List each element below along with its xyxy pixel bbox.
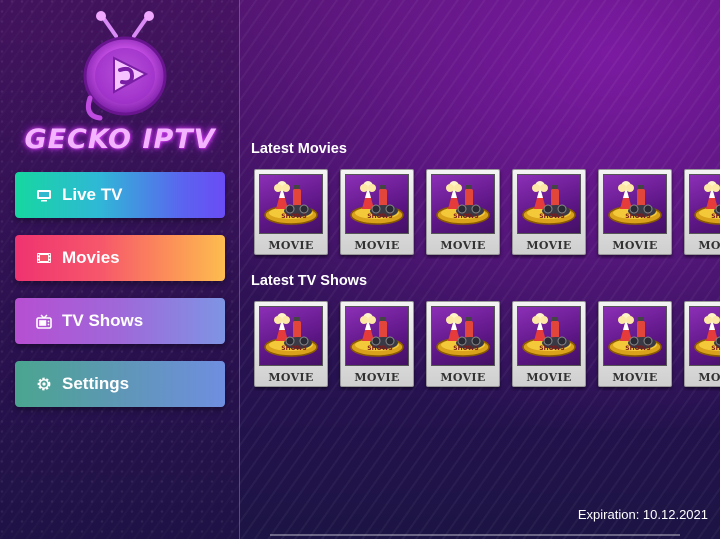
sidebar-item-label: Live TV — [62, 185, 123, 204]
card-caption: MOVIE — [440, 239, 486, 252]
tv-show-card[interactable]: SHOWS MOVIE — [598, 301, 672, 387]
card-caption: MOVIE — [698, 371, 720, 384]
svg-text:SHOWS: SHOWS — [281, 213, 306, 220]
poster-image: SHOWS — [259, 174, 323, 234]
latest-tv-shows-title: Latest TV Shows — [251, 273, 368, 289]
movie-card[interactable]: SHOWS MOVIE — [684, 169, 720, 255]
latest-movies-row: SHOWS MOVIE SHOWS MOVIE SHOWS MOVIE SHOWS MOVIE… — [254, 169, 720, 259]
latest-movies-title: Latest Movies — [251, 141, 347, 157]
svg-text:SHOWS: SHOWS — [711, 213, 720, 220]
tv-show-card[interactable]: SHOWS MOVIE — [254, 301, 328, 387]
card-caption: MOVIE — [354, 239, 400, 252]
tv-show-card[interactable]: SHOWS MOVIE — [684, 301, 720, 387]
svg-text:SHOWS: SHOWS — [453, 213, 478, 220]
svg-text:SHOWS: SHOWS — [539, 345, 564, 352]
poster-image: SHOWS — [517, 174, 581, 234]
poster-image: SHOWS — [603, 174, 667, 234]
card-caption: MOVIE — [268, 371, 314, 384]
expiration-date: Expiration: 10.12.2021 — [577, 507, 708, 522]
svg-text:SHOWS: SHOWS — [281, 345, 306, 352]
sidebar: GECKO IPTV Live TV Movies TV Shows Setti… — [0, 0, 240, 539]
card-caption: MOVIE — [612, 239, 658, 252]
sidebar-item-tv-shows[interactable]: TV Shows — [15, 298, 225, 344]
card-caption: MOVIE — [698, 239, 720, 252]
scroll-indicator — [270, 534, 680, 536]
svg-text:SHOWS: SHOWS — [625, 213, 650, 220]
movie-card[interactable]: SHOWS MOVIE — [254, 169, 328, 255]
latest-tv-shows-row: SHOWS MOVIE SHOWS MOVIE SHOWS MOVIE SHOWS MOVIE… — [254, 301, 720, 391]
svg-text:SHOWS: SHOWS — [625, 345, 650, 352]
sidebar-item-label: Settings — [62, 374, 130, 393]
tv-show-card[interactable]: SHOWS MOVIE — [426, 301, 500, 387]
movie-card[interactable]: SHOWS MOVIE — [598, 169, 672, 255]
sidebar-item-label: TV Shows — [62, 311, 144, 330]
poster-image: SHOWS — [689, 174, 720, 234]
card-caption: MOVIE — [612, 371, 658, 384]
poster-image: SHOWS — [517, 306, 581, 366]
svg-text:SHOWS: SHOWS — [711, 345, 720, 352]
svg-text:SHOWS: SHOWS — [367, 345, 392, 352]
poster-image: SHOWS — [431, 306, 495, 366]
poster-image: SHOWS — [689, 306, 720, 366]
sidebar-item-movies[interactable]: Movies — [15, 235, 225, 281]
svg-text:SHOWS: SHOWS — [367, 213, 392, 220]
poster-image: SHOWS — [431, 174, 495, 234]
movie-card[interactable]: SHOWS MOVIE — [426, 169, 500, 255]
card-caption: MOVIE — [440, 371, 486, 384]
poster-image: SHOWS — [345, 174, 409, 234]
sidebar-item-label: Movies — [62, 248, 120, 267]
sidebar-item-live-tv[interactable]: Live TV — [15, 172, 225, 218]
card-caption: MOVIE — [526, 239, 572, 252]
card-caption: MOVIE — [354, 371, 400, 384]
film-icon — [35, 249, 53, 267]
card-caption: MOVIE — [268, 239, 314, 252]
svg-text:SHOWS: SHOWS — [539, 213, 564, 220]
card-caption: MOVIE — [526, 371, 572, 384]
tv-show-card[interactable]: SHOWS MOVIE — [512, 301, 586, 387]
movie-card[interactable]: SHOWS MOVIE — [512, 169, 586, 255]
retro-tv-icon — [35, 312, 53, 330]
poster-image: SHOWS — [345, 306, 409, 366]
sidebar-item-settings[interactable]: Settings — [15, 361, 225, 407]
svg-text:SHOWS: SHOWS — [453, 345, 478, 352]
tv-show-card[interactable]: SHOWS MOVIE — [340, 301, 414, 387]
poster-image: SHOWS — [603, 306, 667, 366]
gear-icon — [35, 375, 53, 393]
brand-title: GECKO IPTV — [24, 124, 216, 155]
poster-image: SHOWS — [259, 306, 323, 366]
tv-screen-icon — [35, 186, 53, 204]
movie-card[interactable]: SHOWS MOVIE — [340, 169, 414, 255]
